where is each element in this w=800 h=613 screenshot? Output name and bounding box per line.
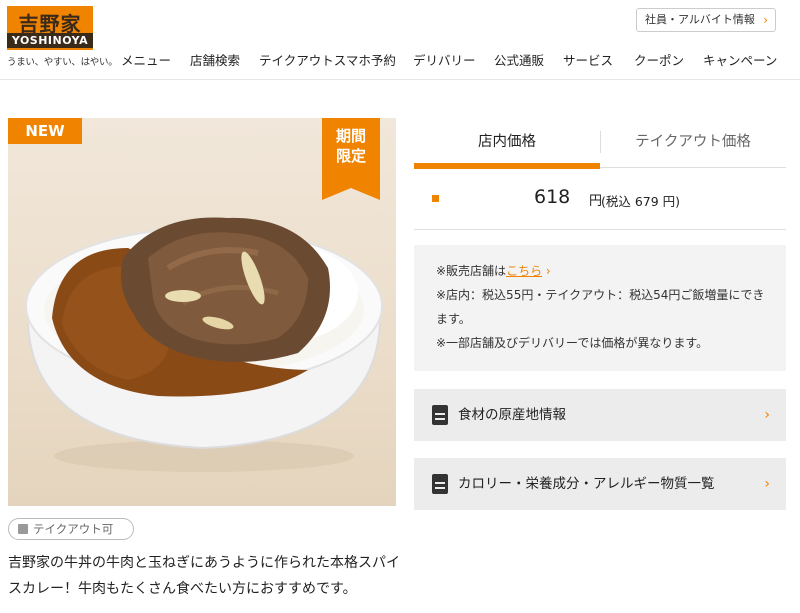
nav-item-store-search[interactable]: 店舗検索 xyxy=(190,50,240,69)
limited-badge-line2: 限定 xyxy=(335,147,366,165)
product-description: 吉野家の牛丼の牛肉と玉ねぎにあうように作られた本格スパイ スカレー！牛肉もたくさ… xyxy=(8,550,400,602)
accordion-label: カロリー・栄養成分・アレルギー物質一覧 xyxy=(458,476,715,492)
active-tab-indicator xyxy=(414,163,600,169)
limited-badge-line1: 期間 xyxy=(335,127,366,145)
nav-item-takeout-reserve[interactable]: テイクアウトスマホ予約 xyxy=(259,50,396,69)
note-store-prefix: ※販売店舗は xyxy=(436,264,507,278)
new-badge: NEW xyxy=(8,118,82,144)
nav-item-delivery[interactable]: デリバリー xyxy=(413,50,476,69)
price-divider xyxy=(414,229,786,230)
logo-tagline: うまい、やすい、はやい。 xyxy=(7,57,118,68)
ingredient-origin-accordion[interactable]: 食材の原産地情報 › xyxy=(414,389,786,441)
chevron-right-icon: › xyxy=(764,476,770,492)
chevron-right-icon: › xyxy=(764,407,770,423)
chevron-right-icon: › xyxy=(542,264,551,278)
accordion-label: 食材の原産地情報 xyxy=(458,407,566,423)
note-line-2: ※店内：税込55円・テイクアウト：税込54円ご飯増量にでき xyxy=(436,288,765,302)
bag-icon xyxy=(18,524,28,534)
takeout-available-tag: テイクアウト可 xyxy=(8,518,134,540)
document-icon xyxy=(432,405,448,425)
nav-item-campaign[interactable]: キャンペーン xyxy=(703,50,777,69)
document-icon xyxy=(432,474,448,494)
logo-mark: 吉野家 YOSHINOYA xyxy=(7,6,93,50)
nav-item-service[interactable]: サービス xyxy=(563,50,613,69)
nav-item-coupon[interactable]: クーポン xyxy=(634,50,684,69)
store-list-link[interactable]: こちら xyxy=(506,264,542,278)
price-notes: ※販売店舗はこちら › ※店内：税込55円・テイクアウト：税込54円ご飯増量にで… xyxy=(414,245,786,371)
nav-item-online-shop[interactable]: 公式通販 xyxy=(494,50,544,69)
chevron-right-icon: › xyxy=(763,13,768,27)
logo-latin: YOSHINOYA xyxy=(7,33,93,48)
description-line-2: スカレー！牛肉もたくさん食べたい方におすすめです。 xyxy=(8,581,357,597)
tab-store-price[interactable]: 店内価格 xyxy=(414,122,600,165)
nav-item-menu[interactable]: メニュー xyxy=(121,50,171,69)
limited-time-badge: 期間 限定 xyxy=(322,118,380,200)
price-row: 618 円 (税込 679 円) xyxy=(414,184,786,214)
recruit-label: 社員・アルバイト情報 xyxy=(645,13,755,26)
product-image: NEW 期間 限定 xyxy=(8,118,396,506)
description-line-1: 吉野家の牛丼の牛肉と玉ねぎにあうように作られた本格スパイ xyxy=(8,555,400,571)
price-tabs: 店内価格 テイクアウト価格 xyxy=(414,122,786,169)
price-value: 618 xyxy=(534,186,571,208)
price-bullet-icon xyxy=(432,195,439,202)
takeout-label: テイクアウト可 xyxy=(33,522,114,536)
tab-bottom-rule xyxy=(600,167,786,168)
note-line-4: ※一部店舗及びデリバリーでは価格が異なります。 xyxy=(436,336,709,350)
price-tax-included: (税込 679 円) xyxy=(601,194,681,209)
site-header: 吉野家 YOSHINOYA うまい、やすい、はやい。 社員・アルバイト情報 › … xyxy=(0,0,800,80)
recruit-button[interactable]: 社員・アルバイト情報 › xyxy=(636,8,776,32)
note-line-1: ※販売店舗はこちら › xyxy=(436,259,776,283)
yoshinoya-logo[interactable]: 吉野家 YOSHINOYA うまい、やすい、はやい。 xyxy=(7,6,118,70)
nutrition-allergy-accordion[interactable]: カロリー・栄養成分・アレルギー物質一覧 › xyxy=(414,458,786,510)
note-line-3: ます。 xyxy=(436,312,471,326)
tab-takeout-price[interactable]: テイクアウト価格 xyxy=(600,122,786,165)
